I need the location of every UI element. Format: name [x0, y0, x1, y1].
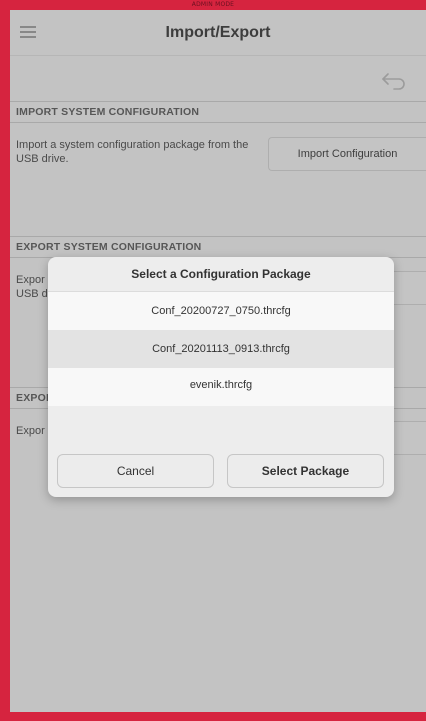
cancel-button[interactable]: Cancel: [57, 454, 214, 488]
package-item[interactable]: evenik.thrcfg: [48, 368, 394, 406]
select-package-button[interactable]: Select Package: [227, 454, 384, 488]
app-screen: Import/Export IMPORT SYSTEM CONFIGURATIO…: [10, 10, 426, 712]
dialog-title: Select a Configuration Package: [48, 257, 394, 292]
package-item[interactable]: Conf_20200727_0750.thrcfg: [48, 292, 394, 330]
select-package-dialog: Select a Configuration Package Conf_2020…: [48, 257, 394, 497]
admin-mode-banner: ADMIN MODE: [191, 1, 235, 8]
package-item-selected[interactable]: Conf_20201113_0913.thrcfg: [48, 330, 394, 368]
